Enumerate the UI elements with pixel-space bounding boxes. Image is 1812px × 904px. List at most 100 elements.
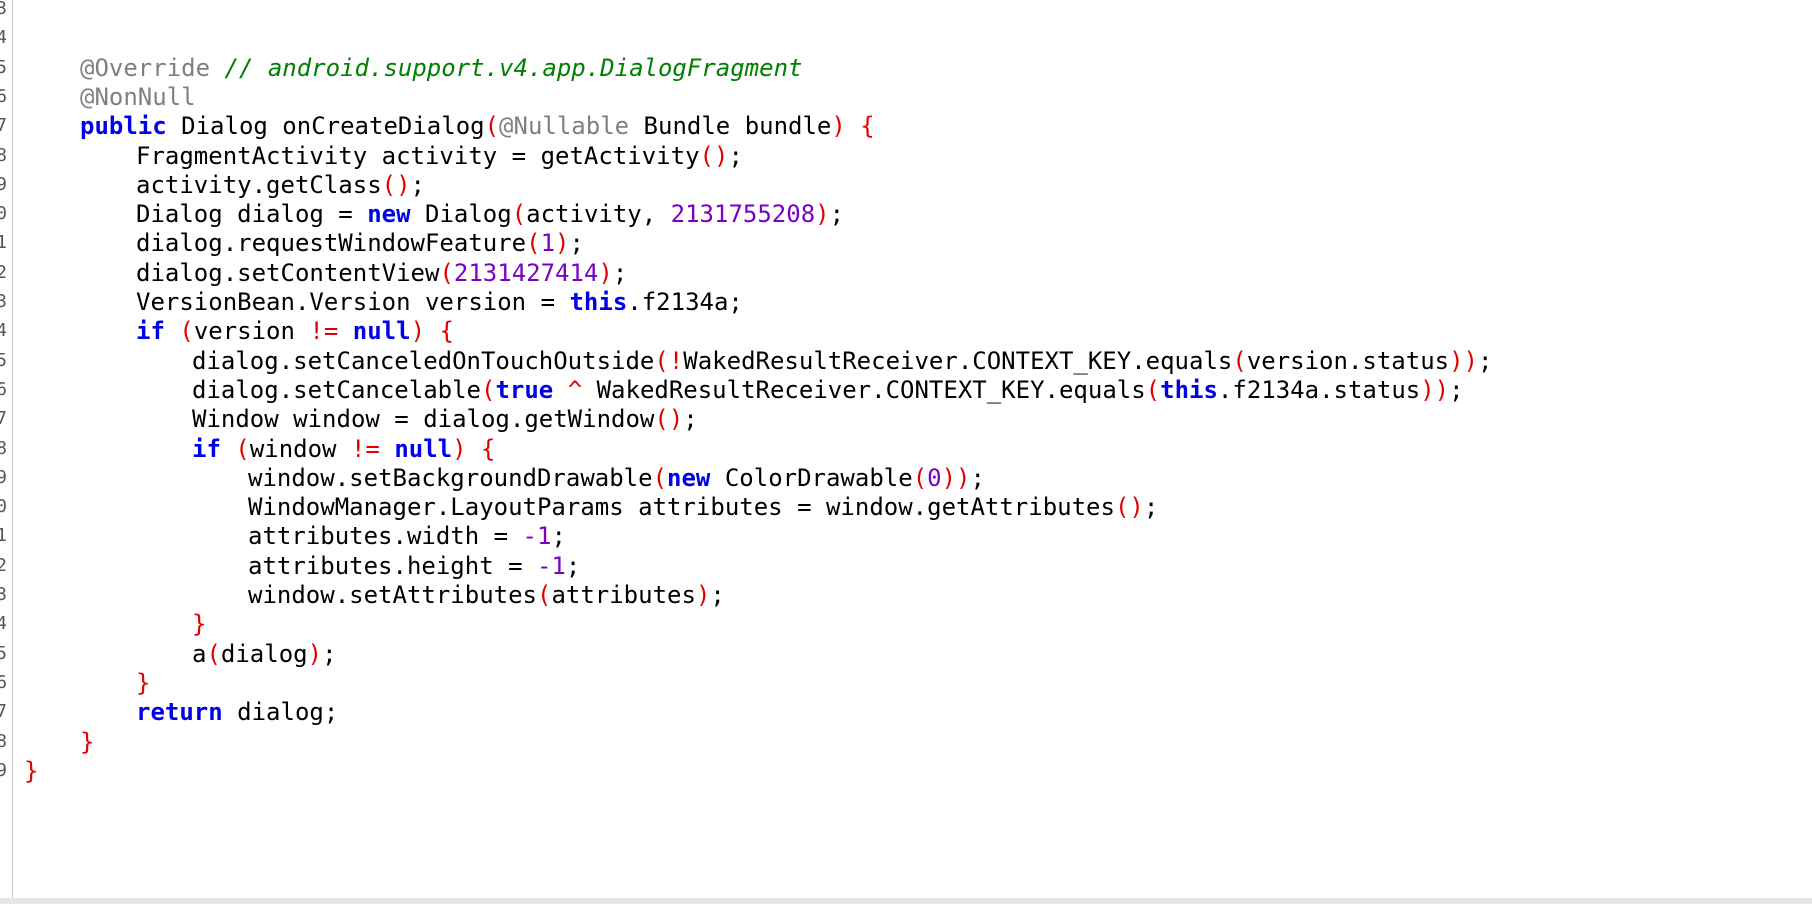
code-token: ; (728, 141, 743, 170)
code-token: dialog.setCancelable (192, 375, 481, 404)
code-token: ; (322, 639, 337, 668)
code-token: FragmentActivity activity = getActivity (136, 141, 700, 170)
code-token: public (80, 112, 167, 141)
code-token: ( (235, 434, 250, 463)
code-token: ( (179, 317, 194, 346)
code-token: Dialog onCreateDialog (166, 112, 485, 141)
code-token: } (80, 727, 95, 756)
code-token: ) (555, 229, 570, 258)
code-token: ! (668, 346, 684, 375)
code-token: dialog.setCanceledOnTouchOutside (192, 346, 655, 375)
code-token: Bundle bundle (629, 112, 832, 141)
code-token: attributes.height = (248, 551, 537, 580)
code-token: ; (829, 200, 845, 229)
code-token: } (192, 610, 207, 639)
line-number: 9 (0, 759, 7, 781)
code-token: ColorDrawable (710, 463, 913, 492)
code-token: ; (565, 551, 581, 580)
code-token: ; (569, 229, 584, 258)
code-token: ) (452, 434, 467, 463)
code-token: } (24, 756, 39, 785)
code-token: window.setAttributes (248, 581, 537, 609)
code-token: null (352, 317, 411, 346)
code-token: new (667, 463, 711, 492)
code-token: 0 (927, 463, 942, 492)
code-token: ; (1449, 375, 1464, 404)
code-token: ; (1143, 493, 1159, 522)
code-token: { (439, 317, 454, 346)
code-token: activity.getClass (136, 170, 382, 199)
code-token: )) (941, 463, 971, 492)
code-token: dialog (220, 639, 308, 668)
code-token: ; (551, 522, 566, 551)
code-token: 2131755208 (670, 200, 816, 229)
code-token: ( (536, 581, 552, 609)
code-token: ; (612, 258, 628, 287)
code-token: } (136, 668, 151, 697)
code-token: ) (598, 258, 613, 287)
code-token: WakedResultReceiver.CONTEXT_KEY.equals (683, 346, 1233, 375)
code-token: dialog.setContentView (136, 258, 440, 287)
code-token: ( (480, 375, 496, 404)
code-token: version.status (1246, 346, 1450, 375)
code-token: this (1160, 375, 1218, 404)
code-token: -1 (522, 522, 552, 551)
code-token: )) (1449, 346, 1479, 375)
code-token: ( (526, 229, 541, 258)
code-token: a (192, 639, 207, 668)
code-token: Dialog dialog = (136, 200, 368, 229)
code-token: if (192, 434, 221, 463)
code-token: VersionBean.Version version = (136, 288, 570, 316)
code-token: ^ (567, 375, 583, 404)
code-editor[interactable]: 3 4 5 @Override // android.support.v4.app.D… (0, 0, 1812, 904)
code-token: Dialog (410, 200, 512, 229)
code-token: @NonNull (80, 82, 196, 111)
code-token: ( (654, 346, 669, 375)
code-token: ( (439, 258, 454, 287)
code-token: ) (831, 112, 846, 141)
code-token: ( (206, 639, 221, 668)
code-token: ; (410, 170, 425, 199)
code-token: != (309, 317, 339, 346)
code-token: ; (710, 581, 725, 609)
code-token: // android.support.v4.app.DialogFragment (224, 53, 803, 82)
code-token: { (481, 434, 496, 463)
code-token: activity, (526, 200, 671, 229)
code-token: this (569, 288, 628, 316)
code-token: ) (815, 200, 830, 229)
code-token: attributes (551, 581, 696, 609)
code-token: @Nullable (499, 112, 630, 141)
code-token: 2131427414 (453, 258, 599, 287)
code-token: WakedResultReceiver.CONTEXT_KEY.equals (582, 375, 1146, 404)
code-token: () (654, 405, 684, 434)
code-token: != (350, 434, 380, 463)
code-token: return (136, 698, 223, 727)
code-token: ) (307, 639, 323, 668)
code-token: () (699, 141, 729, 170)
code-token: ( (1145, 375, 1161, 404)
code-token: ( (652, 463, 668, 492)
code-token: () (381, 170, 411, 199)
code-token: WindowManager.LayoutParams attributes = … (248, 493, 1115, 522)
code-line[interactable]: 9} (0, 754, 1812, 788)
code-token: window.setBackgroundDrawable (248, 463, 653, 492)
code-token: null (394, 434, 453, 463)
code-token: attributes.width = (248, 522, 523, 551)
code-token: ; (970, 463, 985, 492)
code-token: version (193, 317, 310, 346)
horizontal-scrollbar-track[interactable] (0, 898, 1812, 904)
code-token: )) (1420, 375, 1450, 404)
code-token: dialog.requestWindowFeature (136, 229, 527, 258)
code-token: () (1114, 493, 1144, 522)
code-token: .f2134a.status (1217, 375, 1421, 404)
code-text: } (24, 754, 38, 788)
code-token: Window window = dialog.getWindow (192, 405, 655, 434)
code-token: .f2134a; (627, 288, 743, 316)
